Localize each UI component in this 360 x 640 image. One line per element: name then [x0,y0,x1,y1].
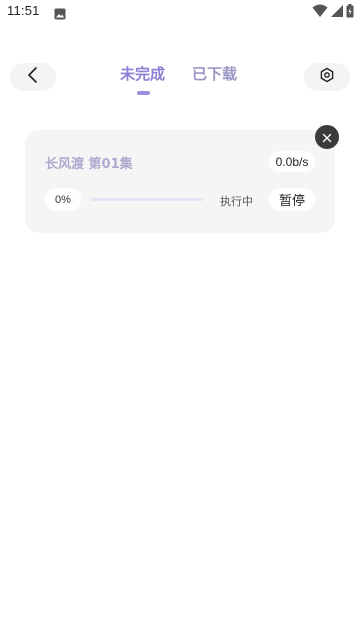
tab-bar: 未完成 已下载 [112,60,252,100]
status-icons [312,3,354,22]
progress-bar [91,198,203,201]
header: 未完成 已下载 [0,60,360,100]
tab-downloaded[interactable]: 已下载 [192,63,237,84]
close-icon [322,128,332,147]
task-status: 执行中 [220,195,253,208]
wifi-icon [312,3,328,22]
task-title: 长风渡 第01集 [45,157,133,172]
status-time: 11:51 [7,3,40,18]
progress-percent: 0% [45,188,81,211]
status-bar: 11:51 [0,0,360,24]
tab-active-indicator [137,91,150,95]
battery-icon [346,3,354,22]
download-speed: 0.0b/s [269,151,315,172]
tab-incomplete[interactable]: 未完成 [120,63,165,84]
pause-button[interactable]: 暂停 [269,188,315,211]
chevron-left-icon [27,67,39,87]
hexagon-settings-icon [319,67,335,87]
signal-icon [330,3,344,22]
image-icon [54,5,66,20]
back-button[interactable] [10,63,56,91]
download-item-card: 长风渡 第01集 0.0b/s 0% 执行中 暂停 [25,130,335,233]
settings-button[interactable] [304,63,350,91]
delete-task-button[interactable] [315,125,339,149]
